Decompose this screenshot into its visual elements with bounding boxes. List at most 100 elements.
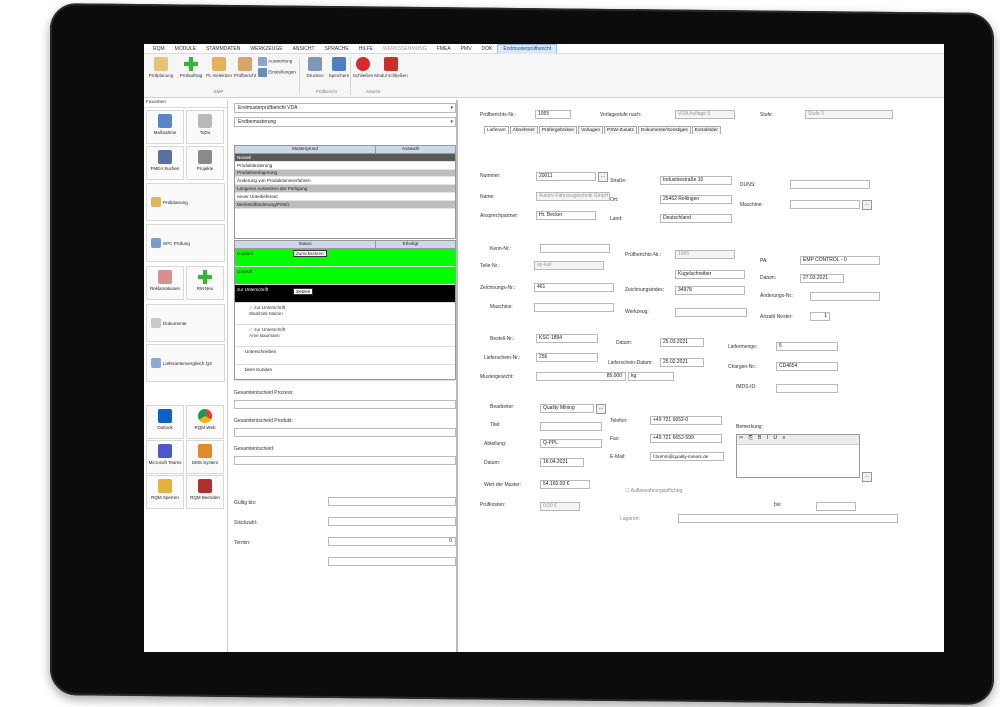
wert-input[interactable]: 54.160,00 € [540, 480, 590, 489]
bemerkung-editor[interactable]: ✂ ⎘ B I U ≡ [736, 434, 860, 478]
pb-nr2-input[interactable]: 1055 [675, 250, 735, 259]
werkzeug-input[interactable] [675, 308, 747, 317]
tab-vorlagen[interactable]: Vorlagen [578, 126, 604, 134]
abt-input[interactable]: Q-PPL [540, 439, 602, 448]
lager-input[interactable] [678, 514, 898, 523]
tile-rqm-beenden[interactable]: RQM Beenden [186, 475, 224, 509]
vorlage-select[interactable]: VDA Auflage 5 [675, 110, 735, 119]
pruefauftrag-button[interactable]: Prüfauftrag [176, 57, 206, 78]
tile-projekte[interactable]: Projekte [186, 146, 224, 180]
tile-teams[interactable]: Microsoft Teams [146, 440, 184, 474]
bearb-input[interactable]: Quality Mining [540, 404, 594, 413]
teile-input[interactable]: sp-kuli [534, 261, 604, 270]
tile-massnahme[interactable]: Maßnahme [146, 110, 184, 144]
set-button[interactable]: Setzen [293, 288, 314, 295]
masch2-input[interactable] [534, 303, 614, 312]
datum2-input[interactable]: 25.03.2021 [660, 338, 704, 347]
wide-spc[interactable]: SPC Prüfung [146, 224, 225, 262]
tile-fmea[interactable]: FMEA Suchen [146, 146, 184, 180]
imds-input[interactable] [776, 384, 838, 393]
status-row-geprueft[interactable]: Geprüft [235, 267, 455, 285]
zeichidx-input[interactable]: 34978 [675, 286, 745, 295]
tab-extrafelder[interactable]: Extrafelder [691, 126, 721, 134]
pruefbericht-button[interactable]: Prüfbericht [230, 57, 260, 78]
menu-dok[interactable]: DOK [477, 46, 498, 52]
wide-lieferantenvergleich[interactable]: Lieferantenvergleich QZ [146, 344, 225, 382]
menu-pmv[interactable]: PMV [456, 46, 477, 52]
editor-toolbar[interactable]: ✂ ⎘ B I U ≡ [737, 435, 859, 445]
grid-row[interactable]: Werkstoffänderung/PSW) [235, 200, 455, 209]
menu-stammdaten[interactable]: STAMMDATEN [201, 46, 245, 52]
nester-input[interactable]: 1 [810, 312, 830, 321]
termin-input[interactable]: 0 [328, 537, 456, 546]
reset-button[interactable]: Zurücksetzen [293, 250, 327, 257]
status-row-geplant[interactable]: Geplant Zurücksetzen [235, 249, 455, 267]
kugel-input[interactable]: Kugelschreiber [675, 270, 745, 279]
duns-input[interactable] [790, 180, 870, 189]
tab-psw[interactable]: PSW-Zusatz [604, 126, 637, 134]
tile-rm-neu[interactable]: RM Neu [186, 266, 224, 300]
name-input[interactable]: Autoliv Fahrzeugtechnik GmbH [536, 192, 610, 201]
bem-more-button[interactable]: … [862, 472, 872, 482]
tile-rqm-web[interactable]: RQM.Web [186, 405, 224, 439]
nummer-input[interactable]: 20011 [536, 172, 596, 181]
auswertung-button[interactable]: Auswertung [258, 57, 296, 66]
menu-fmea[interactable]: FMEA [432, 46, 456, 52]
gueltig-input[interactable] [328, 497, 456, 506]
menu-werkzeuge[interactable]: WERKZEUGE [245, 46, 287, 52]
tab-lieferant[interactable]: Lieferant [484, 126, 509, 134]
fax-input[interactable]: +49 721 6652-599 [650, 434, 722, 443]
maschine-input[interactable] [790, 200, 860, 209]
more-button[interactable]: … [598, 172, 608, 182]
status-row-sign1[interactable]: ✓ zur Unterschrift Wanitzek Marvin [235, 303, 455, 325]
pa-input[interactable]: EMP CONTROL - 0 [800, 256, 880, 265]
menu-sprache[interactable]: SPRACHE [320, 46, 354, 52]
tab-pruefergebnisse[interactable]: Prüfergebnisse [538, 126, 578, 134]
zeich-input[interactable]: 461 [534, 283, 614, 292]
menu-werks[interactable]: WERKSSENMUNG [378, 46, 432, 52]
grid-row[interactable]: neuer Unterlieferant [235, 193, 455, 201]
charge-input[interactable]: CD4654 [776, 362, 838, 371]
wide-dokumente[interactable]: Dokumente [146, 304, 225, 342]
grid-row[interactable]: Änderung von Produktionsverfahren [235, 177, 455, 186]
menge-input[interactable]: 5 [776, 342, 838, 351]
tile-reklamationen[interactable]: Reklamationen [146, 266, 184, 300]
tab-dokumente[interactable]: Dokumente/Sonstiges [637, 126, 691, 134]
land-input[interactable]: Deutschland [660, 214, 732, 223]
bis-input[interactable] [816, 502, 856, 511]
pruefplanung-button[interactable]: Prüfplanung [146, 57, 176, 78]
wide-pruefplanung[interactable]: Prüfplanung [146, 183, 225, 221]
aufbewahrung-checkbox[interactable]: ☐ Aufbewahrungspflichtig [625, 488, 682, 494]
titel-input[interactable] [540, 422, 602, 431]
tile-dms[interactable]: DMS System [186, 440, 224, 474]
report-type-select[interactable]: Erstmusterprüfbericht VDA ▾ [234, 103, 456, 113]
pb-nr-input[interactable]: 1055 [535, 110, 571, 119]
gesamt-produkt-select[interactable] [234, 428, 456, 437]
ansprech-input[interactable]: Hr. Becker [536, 211, 596, 220]
menu-hilfe[interactable]: HILFE [354, 46, 378, 52]
grid-row[interactable]: Längeres Aussetzen der Fertigung [235, 185, 455, 193]
status-row-unterschreiben[interactable]: Unterschreiben [235, 347, 455, 365]
tel-input[interactable]: +49 721 6652-0 [650, 416, 722, 425]
tile-rqm-sperren[interactable]: RQM Sperren [146, 475, 184, 509]
status-row-kunde[interactable]: beim Kunden [235, 365, 455, 381]
menu-ansicht[interactable]: ANSICHT [288, 46, 320, 52]
bestell-input[interactable]: KSC-1894 [536, 334, 598, 343]
aend-input[interactable] [810, 292, 880, 301]
menu-rqm[interactable]: RQM [148, 46, 170, 52]
grid-row[interactable]: Neuteil [235, 154, 455, 162]
grid-row[interactable]: Produktänderung [235, 162, 455, 170]
gesamt-select[interactable] [234, 456, 456, 465]
tile-todo[interactable]: ToDo [186, 110, 224, 144]
gesamt-prozess-select[interactable] [234, 400, 456, 409]
extra-input[interactable] [328, 557, 456, 566]
email-input[interactable]: f.brehm@quality-miners.de [650, 452, 724, 461]
stufe-select[interactable]: Stufe 3 [805, 110, 893, 119]
modul-schliessen-button[interactable]: Modul schließen [372, 57, 410, 78]
ort-input[interactable]: 25462 Rellingen [660, 195, 732, 204]
status-row-unterschrift[interactable]: zur Unterschrift Setzen [235, 285, 455, 303]
menu-active-tab[interactable]: Erstmusterprüfbericht [497, 44, 558, 54]
tile-outlook[interactable]: Outlook [146, 405, 184, 439]
reason-select[interactable]: Erstbemusterung ▾ [234, 117, 456, 127]
menu-module[interactable]: MODULE [170, 46, 201, 52]
